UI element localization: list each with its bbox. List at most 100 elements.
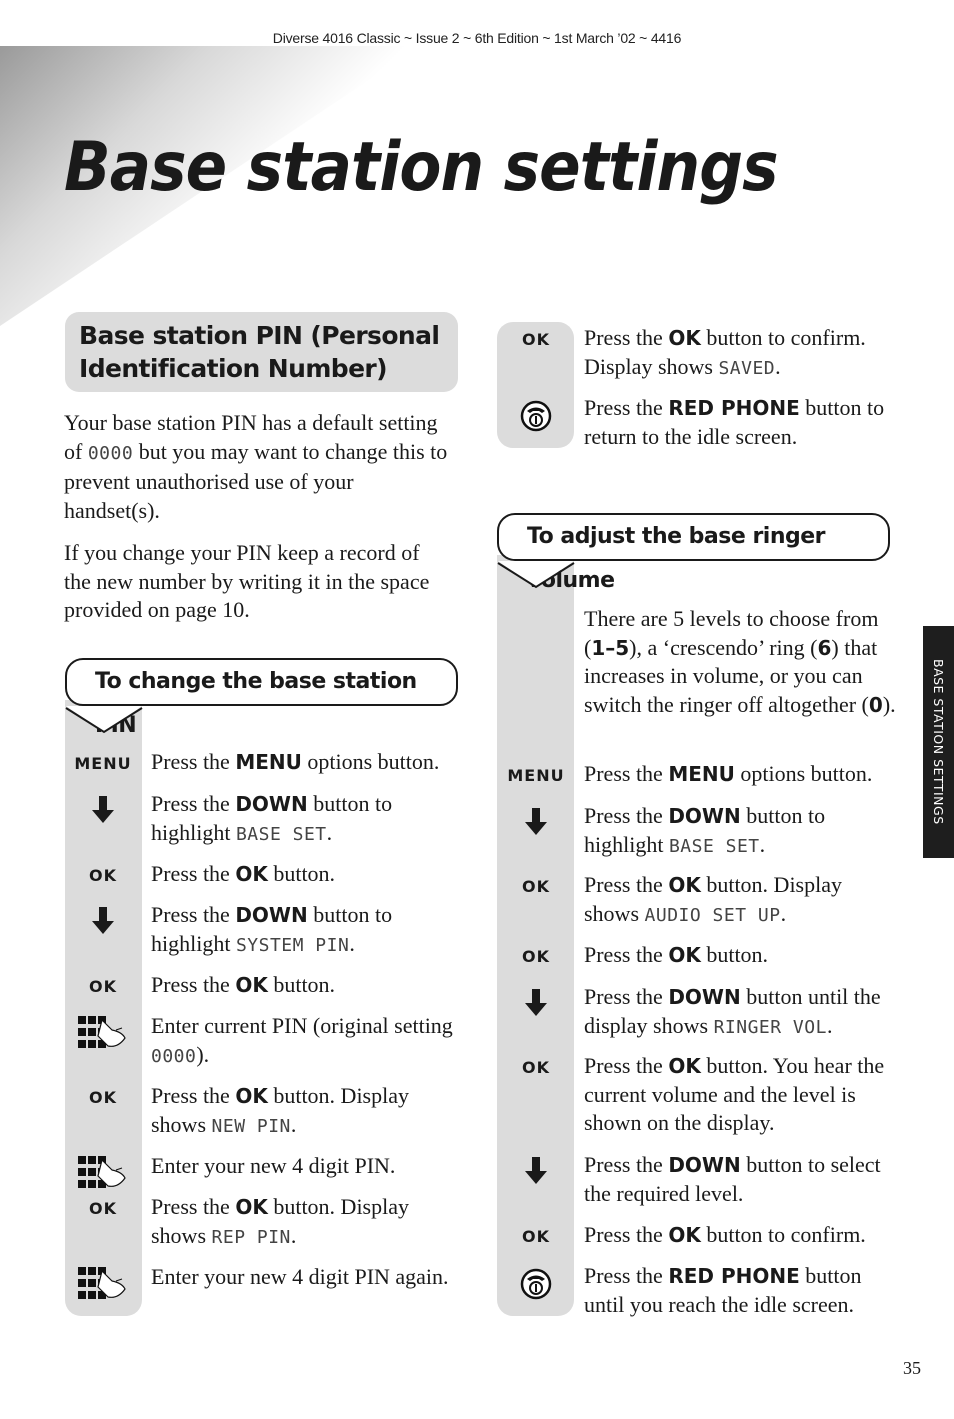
red-phone-icon xyxy=(497,1262,575,1319)
text: Press the xyxy=(584,1152,669,1177)
instruction-step: Press the DOWN button to highlight BASE … xyxy=(497,802,894,861)
text: Press the xyxy=(151,1194,236,1219)
text: options button. xyxy=(734,761,873,786)
step-text: Enter current PIN (original setting 0000… xyxy=(151,1012,461,1071)
instruction-step: OK Press the OK button. Display shows REP… xyxy=(64,1193,461,1252)
instruction-step: OK Press the OK button. xyxy=(497,941,894,970)
button-name: OK xyxy=(235,862,268,886)
text: Press the xyxy=(584,1222,669,1247)
button-name: OK xyxy=(668,326,701,350)
text: Press the xyxy=(584,325,669,350)
text: Press the xyxy=(584,1053,669,1078)
button-name: OK xyxy=(668,873,701,897)
text: . xyxy=(290,1222,297,1248)
step-text: Press the OK button. Display shows NEW P… xyxy=(151,1082,461,1141)
text: ). xyxy=(882,691,896,717)
text: Press the xyxy=(151,1083,236,1108)
menu-key-icon: MENU xyxy=(507,766,565,785)
instruction-step: Press the DOWN button to highlight BASE … xyxy=(64,790,461,849)
button-name: DOWN xyxy=(668,804,741,828)
down-arrow-icon xyxy=(497,802,575,861)
text: . xyxy=(775,353,781,379)
step-text: Press the RED PHONE button to return to … xyxy=(584,394,894,451)
red-phone-icon xyxy=(497,394,575,451)
page-number: 35 xyxy=(903,1358,921,1378)
instruction-step: OK Press the OK button. Display shows AUD… xyxy=(497,871,894,930)
ok-key-icon: OK xyxy=(522,947,550,966)
text: Enter current PIN (original setting xyxy=(151,1013,453,1038)
instruction-step: OK Press the OK button. Display shows NEW… xyxy=(64,1082,461,1141)
ok-key-icon: OK xyxy=(89,1199,117,1218)
bold-text: 1–5 xyxy=(591,635,630,660)
display-text: SAVED xyxy=(718,357,776,379)
instruction-step: Enter current PIN (original setting 0000… xyxy=(64,1012,461,1071)
step-text: Press the MENU options button. xyxy=(584,760,894,789)
step-text: Press the OK button. Display shows AUDIO… xyxy=(584,871,894,930)
step-text: Press the OK button. xyxy=(151,971,461,1000)
button-name: RED PHONE xyxy=(668,396,800,420)
instruction-step: OK Press the OK button. xyxy=(64,860,461,889)
step-text: Press the OK button to confirm. Display … xyxy=(584,324,894,383)
text: . xyxy=(759,831,766,857)
pin-section-heading: Base station PIN (Personal Identificatio… xyxy=(65,312,458,392)
text: . xyxy=(826,1012,833,1038)
instruction-step: Enter your new 4 digit PIN. xyxy=(64,1152,461,1190)
text: Press the xyxy=(151,902,236,927)
step-text: Press the DOWN button to highlight BASE … xyxy=(151,790,461,849)
instruction-step: MENU Press the MENU options button. xyxy=(497,760,894,789)
text: button. xyxy=(267,972,336,997)
step-text: Press the DOWN button to select the requ… xyxy=(584,1151,894,1208)
text: . xyxy=(290,1111,297,1137)
text: Press the xyxy=(151,861,236,886)
change-pin-title: To change the base station PIN xyxy=(65,658,458,738)
text: . xyxy=(349,930,355,956)
bubble-tail xyxy=(65,706,143,734)
down-arrow-icon xyxy=(497,983,575,1042)
menu-key-icon: MENU xyxy=(74,754,132,773)
document-header: Diverse 4016 Classic ~ Issue 2 ~ 6th Edi… xyxy=(272,30,682,46)
display-text: AUDIO SET UP xyxy=(644,904,781,926)
button-name: MENU xyxy=(235,750,302,774)
down-arrow-icon xyxy=(64,901,142,960)
instruction-step: Press the DOWN button to select the requ… xyxy=(497,1151,894,1208)
instruction-step: OK Press the OK button. xyxy=(64,971,461,1000)
text: Press the xyxy=(584,803,669,828)
display-text: RINGER VOL xyxy=(713,1016,827,1038)
button-name: OK xyxy=(668,1223,701,1247)
instruction-step: OK Press the OK button to confirm. xyxy=(497,1221,894,1250)
down-arrow-icon xyxy=(497,1151,575,1208)
instruction-step: MENU Press the MENU options button. xyxy=(64,748,461,777)
keypad-icon xyxy=(64,1012,142,1071)
instruction-step: Press the RED PHONE button to return to … xyxy=(497,394,894,451)
step-text: Enter your new 4 digit PIN again. xyxy=(151,1263,461,1301)
step-text: Press the RED PHONE button until you rea… xyxy=(584,1262,894,1319)
text: Press the xyxy=(151,749,236,774)
instruction-step: Enter your new 4 digit PIN again. xyxy=(64,1263,461,1301)
text: Press the xyxy=(584,984,669,1009)
instruction-step: OK Press the OK button to confirm. Displa… xyxy=(497,324,894,383)
ok-key-icon: OK xyxy=(522,1227,550,1246)
keypad-icon xyxy=(64,1263,142,1301)
ringer-intro: There are 5 levels to choose from (1–5),… xyxy=(584,605,904,719)
display-text: BASE SET xyxy=(235,823,327,845)
step-text: Enter your new 4 digit PIN. xyxy=(151,1152,461,1190)
text: . xyxy=(780,900,787,926)
step-text: Press the OK button. xyxy=(584,941,894,970)
text: Press the xyxy=(584,1263,669,1288)
instruction-step: OK Press the OK button. You hear the curr… xyxy=(497,1052,894,1138)
pin-record-paragraph: If you change your PIN keep a record of … xyxy=(64,540,430,622)
step-text: Press the DOWN button to highlight SYSTE… xyxy=(151,901,461,960)
ringer-title: To adjust the base ringer volume xyxy=(497,513,890,593)
button-name: DOWN xyxy=(668,985,741,1009)
instruction-step: Press the RED PHONE button until you rea… xyxy=(497,1262,894,1319)
instruction-step: Press the DOWN button to highlight SYSTE… xyxy=(64,901,461,960)
text: Press the xyxy=(584,942,669,967)
side-section-tab: BASE STATION SETTINGS xyxy=(923,626,954,858)
text: ). xyxy=(196,1041,210,1067)
step-text: Press the OK button. You hear the curren… xyxy=(584,1052,894,1138)
bold-text: 0 xyxy=(868,692,883,717)
text: options button. xyxy=(301,749,440,774)
text: Press the xyxy=(151,791,236,816)
text: Press the xyxy=(584,761,669,786)
text: Press the xyxy=(584,395,669,420)
